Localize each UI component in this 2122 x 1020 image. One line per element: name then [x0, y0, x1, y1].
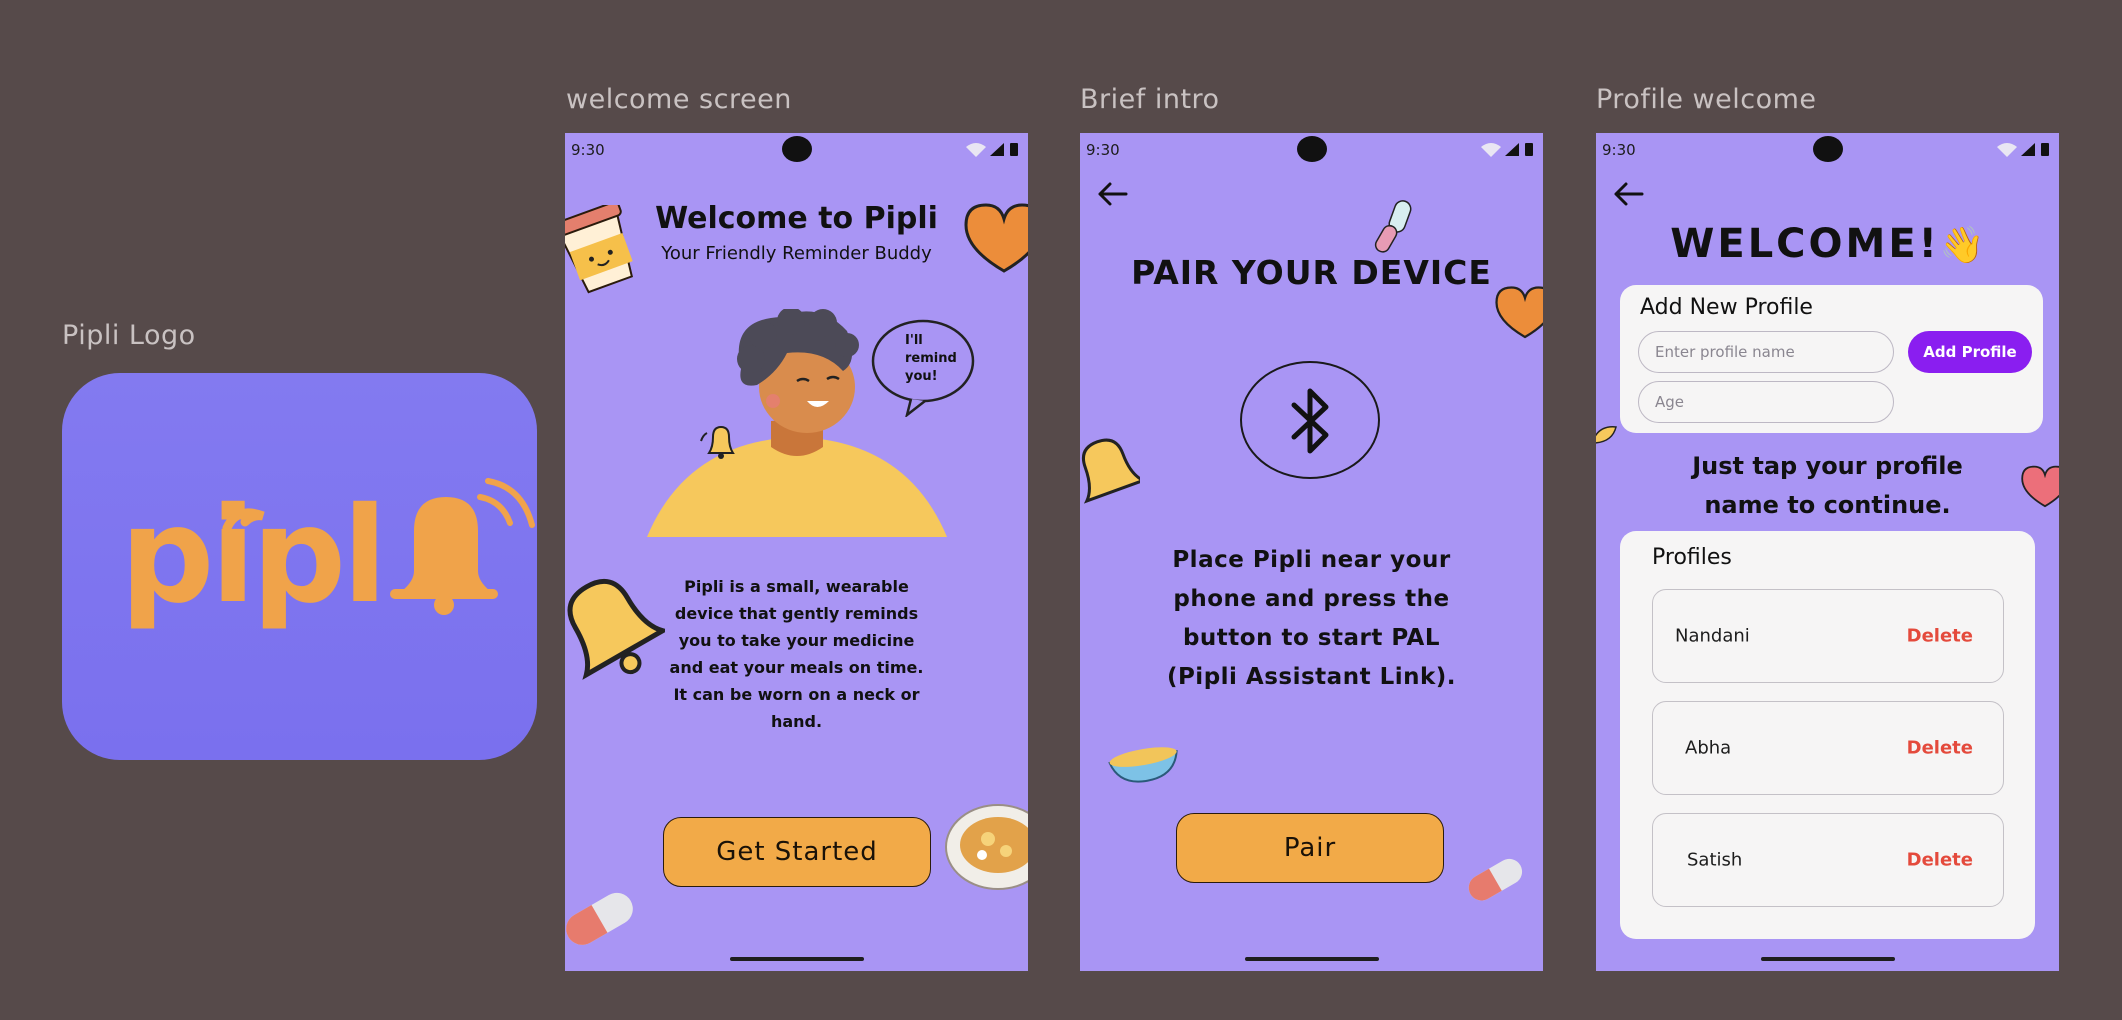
description-line: and eat your meals on time. — [669, 658, 924, 677]
speech-bubble — [871, 319, 975, 417]
wifi-icon — [966, 143, 986, 157]
profile-instruction: Just tap your profile name to continue. — [1596, 447, 2059, 525]
frame-label-logo: Pipli Logo — [62, 320, 196, 351]
camera-notch — [1812, 136, 1843, 162]
speech-line-2: remind — [905, 351, 957, 366]
signal-icon — [1505, 143, 1519, 156]
phone-brief-intro: 9:30 PAIR YOUR DEVICE Place Pipli near y… — [1080, 133, 1543, 971]
waving-hand-icon: 👋 — [1939, 225, 1985, 266]
add-profile-button[interactable]: Add Profile — [1908, 331, 2032, 373]
camera-notch — [781, 136, 812, 162]
profile-name[interactable]: Nandani — [1675, 626, 1750, 647]
instruction-line: Just tap your profile — [1692, 452, 1963, 480]
status-time: 9:30 — [1086, 141, 1120, 159]
battery-icon — [2041, 143, 2049, 156]
description-line: Place Pipli near your — [1172, 547, 1451, 573]
profiles-card: Profiles Nandani Delete Abha Delete Sati… — [1620, 531, 2035, 939]
pill-sticker — [1468, 858, 1523, 901]
system-status-icons — [1481, 143, 1533, 157]
status-time: 9:30 — [571, 141, 605, 159]
wifi-icon — [1997, 143, 2017, 157]
add-profile-card: Add New Profile Enter profile name Add P… — [1620, 285, 2043, 433]
welcome-title: Welcome to Pipli — [655, 201, 938, 236]
bluetooth-badge[interactable] — [1240, 361, 1380, 479]
delete-profile-button[interactable]: Delete — [1907, 850, 1973, 871]
phone-profile-welcome: 9:30 WELCOME!👋 Add New Profile Enter pro… — [1596, 133, 2059, 971]
description-line: phone and press the — [1173, 586, 1450, 612]
add-profile-title: Add New Profile — [1640, 295, 1813, 320]
back-arrow-icon[interactable] — [1612, 181, 1644, 207]
profile-name[interactable]: Abha — [1685, 738, 1731, 759]
speech-line-1: I'll — [905, 333, 923, 348]
pills-sticker — [1374, 200, 1412, 253]
status-time: 9:30 — [1602, 141, 1636, 159]
battery-icon — [1525, 143, 1533, 156]
camera-notch — [1296, 136, 1327, 162]
heart-sticker — [1495, 286, 1543, 339]
description-line: button to start PAL — [1182, 625, 1441, 651]
food-bowl-sticker — [1108, 747, 1178, 783]
wifi-icon — [1481, 143, 1501, 157]
profile-name[interactable]: Satish — [1687, 850, 1742, 871]
pair-description: Place Pipli near your phone and press th… — [1110, 541, 1513, 697]
signal-icon — [2021, 143, 2035, 156]
profiles-title: Profiles — [1652, 545, 1732, 570]
phone-welcome-screen: 9:30 Welcome to Pipli Your Friendly Remi… — [565, 133, 1028, 971]
description-line: device that gently reminds — [674, 604, 919, 623]
bell-icon — [390, 478, 535, 615]
pill-sticker — [566, 892, 633, 945]
profile-row-satish[interactable]: Satish Delete — [1652, 813, 2004, 907]
welcome-description: Pipli is a small, wearable device that g… — [625, 573, 968, 735]
profile-title: WELCOME!👋 — [1596, 221, 2059, 267]
get-started-button[interactable]: Get Started — [663, 817, 931, 887]
delete-profile-button[interactable]: Delete — [1907, 738, 1973, 759]
description-line: you to take your medicine — [678, 631, 915, 650]
home-indicator[interactable] — [729, 957, 864, 961]
profile-row-nandani[interactable]: Nandani Delete — [1652, 589, 2004, 683]
back-arrow-icon[interactable] — [1096, 181, 1128, 207]
speech-line-3: you! — [905, 369, 938, 384]
instruction-line: name to continue. — [1704, 491, 1951, 519]
pair-title: PAIR YOUR DEVICE — [1131, 253, 1492, 292]
delete-profile-button[interactable]: Delete — [1907, 626, 1973, 647]
food-plate-sticker — [945, 804, 1028, 890]
frame-label-intro: Brief intro — [1080, 84, 1220, 115]
pipli-logo: pipl — [120, 478, 535, 633]
battery-icon — [1010, 143, 1018, 156]
signal-icon — [990, 143, 1004, 156]
system-status-icons — [966, 143, 1018, 157]
frame-label-welcome: welcome screen — [566, 84, 792, 115]
profile-row-abha[interactable]: Abha Delete — [1652, 701, 2004, 795]
description-line: (Pipli Assistant Link). — [1166, 664, 1457, 690]
bell-sticker — [1081, 438, 1140, 504]
pipli-wordmark: pipl — [120, 479, 383, 633]
age-input[interactable]: Age — [1638, 381, 1894, 423]
system-status-icons — [1997, 143, 2049, 157]
home-indicator[interactable] — [1244, 957, 1379, 961]
leaf-sticker — [1596, 426, 1617, 444]
bluetooth-icon — [1291, 388, 1329, 454]
pipli-logo-card: pipl — [62, 373, 537, 760]
welcome-subtitle: Your Friendly Reminder Buddy — [661, 243, 932, 264]
description-line: hand. — [770, 712, 823, 731]
small-bell-icon — [700, 425, 735, 459]
home-indicator[interactable] — [1760, 957, 1895, 961]
welcome-heading: WELCOME! — [1670, 221, 1940, 267]
pair-button[interactable]: Pair — [1176, 813, 1444, 883]
description-line: Pipli is a small, wearable — [684, 577, 909, 596]
profile-name-input[interactable]: Enter profile name — [1638, 331, 1894, 373]
description-line: It can be worn on a neck or — [673, 685, 920, 704]
frame-label-profile: Profile welcome — [1596, 84, 1817, 115]
